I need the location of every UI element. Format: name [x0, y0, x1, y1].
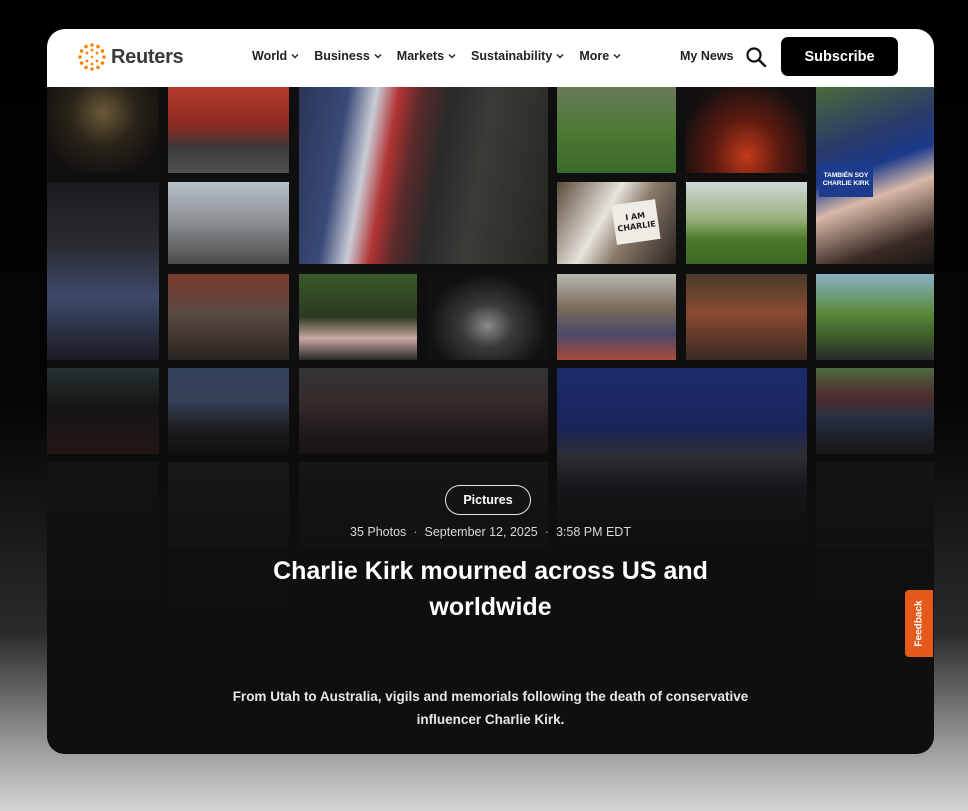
feedback-label: Feedback: [913, 600, 925, 647]
chevron-down-icon: [448, 54, 456, 59]
gallery-meta: 35 Photos · September 12, 2025 · 3:58 PM EDT: [47, 525, 934, 539]
search-icon[interactable]: [745, 46, 767, 68]
nav-label: Business: [314, 49, 370, 63]
page-frame: Reuters World Business Markets Sustainab…: [47, 29, 934, 754]
nav-business[interactable]: Business: [314, 49, 383, 63]
nav-label: Sustainability: [471, 49, 553, 63]
nav-world[interactable]: World: [252, 49, 300, 63]
gradient-overlay: [47, 87, 934, 754]
chevron-down-icon: [374, 54, 382, 59]
nav-label: World: [252, 49, 288, 63]
photo-sign-i-am-charlie: I AM CHARLIE: [611, 199, 661, 245]
chevron-down-icon: [291, 54, 299, 59]
feedback-tab[interactable]: Feedback: [905, 590, 933, 657]
nav-markets[interactable]: Markets: [397, 49, 457, 63]
logo-wordmark: Reuters: [111, 45, 184, 68]
chevron-down-icon: [613, 54, 621, 59]
category-pill[interactable]: Pictures: [445, 485, 531, 515]
nav-label: More: [579, 49, 610, 63]
nav-label: Markets: [396, 49, 445, 63]
separator-dot: ·: [544, 525, 549, 539]
photo-sign-spanish: TAMBIÉN SOY CHARLIE KIRK: [819, 163, 873, 197]
site-header: Reuters World Business Markets Sustainab…: [47, 29, 934, 87]
publish-date: September 12, 2025: [424, 525, 538, 539]
publish-time: 3:58 PM EDT: [555, 525, 631, 539]
gallery-description: From Utah to Australia, vigils and memor…: [232, 689, 749, 727]
separator-dot: ·: [413, 525, 418, 539]
subscribe-button[interactable]: Subscribe: [781, 37, 898, 76]
sign-text: TAMBIÉN SOY CHARLIE KIRK: [822, 172, 870, 187]
nav-more[interactable]: More: [579, 49, 622, 63]
sign-text: I AM CHARLIE: [616, 210, 657, 234]
nav-sustainability[interactable]: Sustainability: [471, 49, 565, 63]
chevron-down-icon: [556, 54, 564, 59]
photo-count: 35 Photos: [350, 525, 407, 539]
my-news-link[interactable]: My News: [680, 49, 734, 63]
photo-mosaic: [47, 87, 934, 754]
reuters-logo-icon: [78, 43, 106, 71]
gallery-title: Charlie Kirk mourned across US and world…: [273, 557, 708, 621]
main-nav: World Business Markets Sustainability Mo…: [252, 49, 622, 63]
reuters-logo[interactable]: Reuters: [77, 42, 184, 72]
